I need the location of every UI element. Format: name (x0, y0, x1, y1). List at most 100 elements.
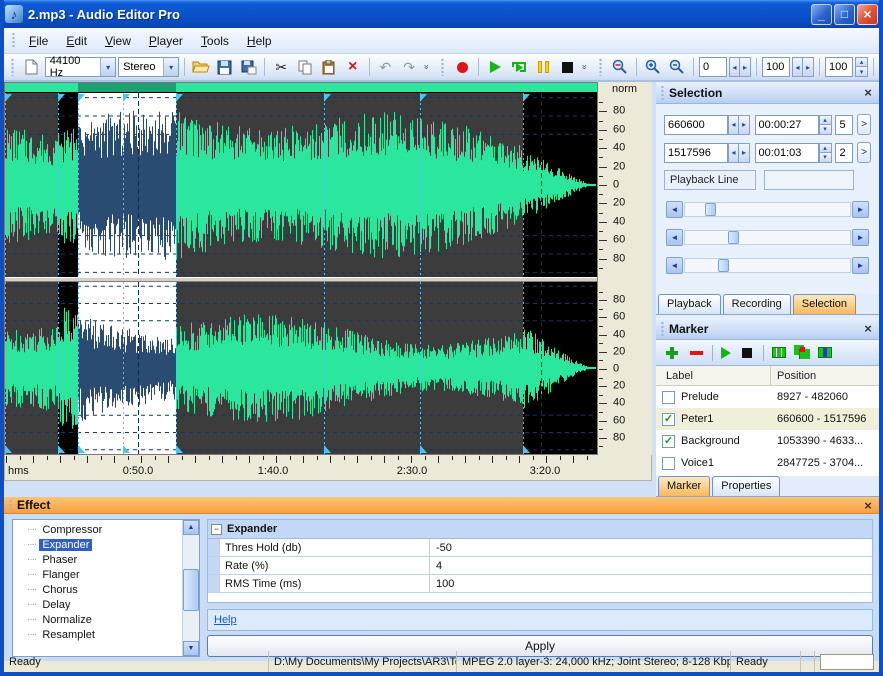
cut-button[interactable]: ✂ (270, 56, 292, 78)
selection-end-frame-field[interactable] (835, 143, 853, 163)
delete-button[interactable]: × (342, 56, 364, 78)
marker-row-peter1[interactable]: ✓Peter1660600 - 1517596 (656, 408, 879, 430)
effect-item-delay[interactable]: ····Delay (13, 597, 182, 612)
end-time-spin-down[interactable]: ▾ (819, 153, 832, 163)
slider-track[interactable] (684, 258, 851, 273)
scroll-up-button[interactable]: ▲ (183, 520, 199, 535)
insert-marker-button[interactable] (818, 347, 832, 358)
stop-marker-button[interactable] (739, 345, 755, 361)
record-button[interactable] (451, 56, 473, 78)
position-spin-right[interactable]: ▸ (740, 57, 751, 77)
slider-left-arrow[interactable]: ◄ (666, 229, 683, 246)
dropdown-arrow-icon[interactable]: ▾ (100, 58, 115, 76)
dropdown-arrow-icon[interactable]: ▾ (163, 58, 178, 76)
maximize-button[interactable]: □ (834, 4, 855, 25)
position-field[interactable] (699, 57, 727, 77)
merge-marker-button[interactable] (794, 345, 810, 361)
zoom-selection-button[interactable] (609, 56, 631, 78)
marker-row-prelude[interactable]: Prelude8927 - 482060 (656, 386, 879, 408)
effect-item-chorus[interactable]: ····Chorus (13, 582, 182, 597)
start-time-spin-up[interactable]: ▴ (819, 115, 832, 125)
toolbar-grip[interactable] (598, 58, 603, 76)
zoom-spin-right[interactable]: ▸ (803, 57, 814, 77)
open-button[interactable] (190, 56, 212, 78)
help-link[interactable]: Help (214, 614, 237, 626)
selection-slider-2[interactable]: ◄ ► (666, 229, 869, 246)
end-time-spin-up[interactable]: ▴ (819, 143, 832, 153)
toolbar-grip[interactable] (10, 58, 15, 76)
slider-track[interactable] (684, 202, 851, 217)
menu-help[interactable]: Help (238, 30, 281, 52)
menu-edit[interactable]: Edit (57, 30, 96, 52)
save-all-button[interactable] (238, 56, 260, 78)
selection-end-sample-field[interactable] (664, 143, 728, 163)
property-row[interactable]: RMS Time (ms)100 (208, 575, 872, 593)
scroll-track[interactable] (183, 535, 199, 641)
marker-checkbox[interactable] (662, 391, 675, 404)
slider-right-arrow[interactable]: ► (852, 201, 869, 218)
overview-strip[interactable] (5, 83, 597, 93)
marker-row-voice1[interactable]: Voice12847725 - 3704... (656, 452, 879, 474)
marker-panel-close-button[interactable]: × (860, 321, 876, 337)
selection-slider-3[interactable]: ◄ ► (666, 257, 869, 274)
close-button[interactable]: × (857, 4, 878, 25)
selection-start-frame-field[interactable] (835, 115, 853, 135)
end-sample-spin-left[interactable]: ◂ (728, 143, 739, 163)
start-time-spin-down[interactable]: ▾ (819, 125, 832, 135)
volume-spin-up[interactable]: ▴ (855, 57, 868, 67)
split-marker-button[interactable] (772, 347, 786, 358)
tab-selection[interactable]: Selection (793, 294, 856, 314)
property-value[interactable]: 100 (430, 578, 872, 590)
effect-item-resamplet[interactable]: ····Resamplet (13, 627, 182, 642)
toolbar-overflow-chevron[interactable]: » (574, 62, 596, 72)
overview-selection[interactable] (78, 83, 176, 92)
tab-playback[interactable]: Playback (658, 294, 721, 314)
marker-row-background[interactable]: ✓Background1053390 - 4633... (656, 430, 879, 452)
position-spin-left[interactable]: ◂ (729, 57, 740, 77)
slider-thumb[interactable] (705, 203, 716, 216)
remove-marker-button[interactable] (688, 345, 704, 361)
waveform-left-channel[interactable] (5, 93, 597, 277)
effect-list-scrollbar[interactable]: ▲ ▼ (182, 520, 199, 656)
volume-spin-down[interactable]: ▾ (855, 67, 868, 77)
tab-recording[interactable]: Recording (723, 294, 791, 314)
menu-player[interactable]: Player (140, 30, 192, 52)
zoom-out-button[interactable] (666, 56, 688, 78)
volume-field[interactable] (825, 57, 853, 77)
channel-mode-select[interactable]: Stereo▾ (118, 57, 179, 77)
zoom-spin-left[interactable]: ◂ (792, 57, 803, 77)
property-row[interactable]: Thres Hold (db)-50 (208, 539, 872, 557)
effect-item-expander[interactable]: ····Expander (13, 537, 182, 552)
scroll-thumb[interactable] (183, 569, 199, 611)
selection-start-time-field[interactable] (755, 115, 819, 135)
selection-panel-close-button[interactable]: × (860, 85, 876, 101)
play-marker-button[interactable] (721, 347, 731, 359)
slider-right-arrow[interactable]: ► (852, 229, 869, 246)
tab-marker[interactable]: Marker (658, 476, 710, 496)
toolbar-grip[interactable] (11, 32, 16, 50)
menu-view[interactable]: View (96, 30, 140, 52)
effect-panel-close-button[interactable]: × (860, 497, 876, 513)
slider-thumb[interactable] (718, 259, 729, 272)
panel-grip[interactable] (8, 499, 13, 510)
column-position[interactable]: Position (771, 370, 879, 382)
effect-item-phaser[interactable]: ····Phaser (13, 552, 182, 567)
selection-end-time-field[interactable] (755, 143, 819, 163)
collapse-icon[interactable]: − (211, 524, 222, 535)
zoom-in-button[interactable] (642, 56, 664, 78)
toolbar-grip[interactable] (440, 58, 445, 76)
zoom-field[interactable] (762, 57, 790, 77)
slider-track[interactable] (684, 230, 851, 245)
effect-item-compressor[interactable]: ····Compressor (13, 522, 182, 537)
undo-button[interactable]: ↶ (375, 56, 397, 78)
selection-start-go-button[interactable]: > (857, 114, 871, 135)
effect-item-normalize[interactable]: ····Normalize (13, 612, 182, 627)
timeline-ruler[interactable]: hms 0:50.01:40.02:30.03:20.0 (4, 455, 652, 481)
toolbar-overflow-chevron[interactable]: » (416, 62, 438, 72)
slider-right-arrow[interactable]: ► (852, 257, 869, 274)
selection-end-go-button[interactable]: > (857, 142, 871, 163)
copy-button[interactable] (294, 56, 316, 78)
slider-left-arrow[interactable]: ◄ (666, 201, 683, 218)
minimize-button[interactable]: _ (811, 4, 832, 25)
property-row[interactable]: Rate (%)4 (208, 557, 872, 575)
